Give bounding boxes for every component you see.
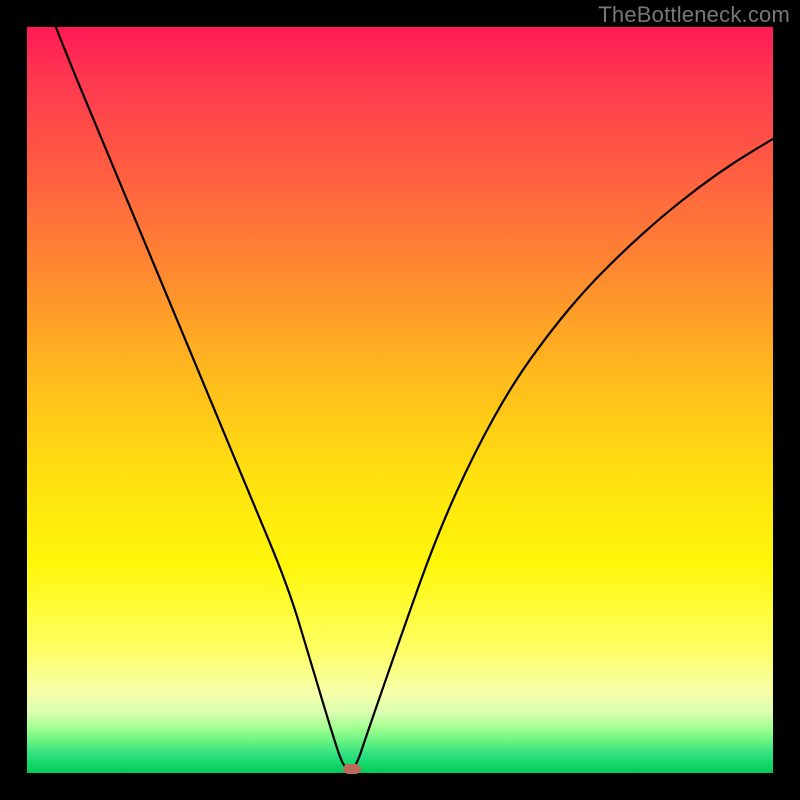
bottleneck-curve: [27, 27, 773, 773]
minimum-marker: [343, 764, 361, 774]
watermark-text: TheBottleneck.com: [598, 2, 790, 28]
chart-frame: TheBottleneck.com: [0, 0, 800, 800]
plot-area: [27, 27, 773, 773]
curve-path: [27, 27, 773, 769]
